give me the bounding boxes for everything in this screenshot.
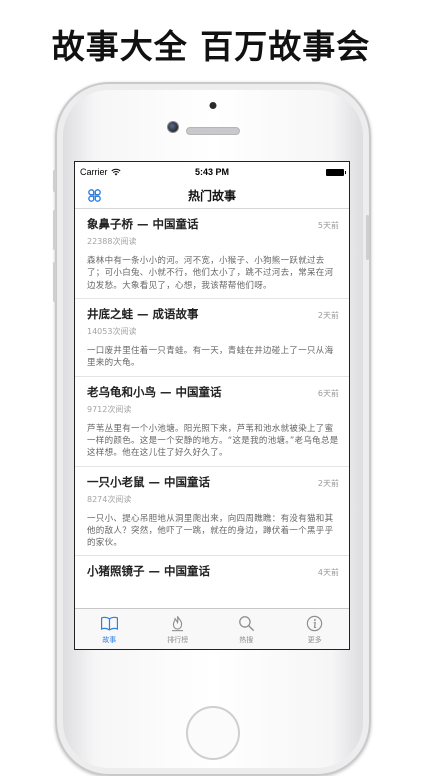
story-item[interactable]: 井底之蛙 — 成语故事 2天前 14053次阅读 一口废井里住着一只青蛙。有一天…	[75, 299, 349, 377]
tab-trending-search[interactable]: 热搜	[212, 609, 281, 649]
volume-down-button	[53, 262, 56, 302]
story-read-count: 9712次阅读	[87, 404, 132, 414]
story-excerpt: 一口废井里住着一只青蛙。有一天，青蛙在井边碰上了一只从海里来的大龟。	[87, 345, 334, 369]
story-title: 象鼻子桥 — 中国童话	[87, 217, 199, 231]
tab-label: 更多	[307, 636, 322, 644]
book-icon	[100, 616, 118, 631]
earpiece-speaker	[186, 127, 240, 135]
story-date: 4天前	[317, 568, 339, 578]
story-excerpt: 一只小、提心吊胆地从洞里爬出来，向四周瞧瞧：有没有猫和其他的敌人？突然，他吓了一…	[87, 513, 334, 549]
battery-icon	[325, 168, 346, 176]
tab-label: 热搜	[239, 636, 254, 644]
story-date: 2天前	[317, 310, 339, 320]
grid-menu-icon[interactable]	[86, 187, 103, 204]
volume-up-button	[53, 210, 56, 250]
tab-label: 故事	[102, 636, 117, 644]
story-excerpt: 森林中有一条小小的河。河不宽，小猴子、小狗熊一跃就过去了；可小白兔、小就不行，他…	[87, 256, 334, 291]
home-button[interactable]	[186, 706, 240, 760]
story-item[interactable]: 一只小老鼠 — 中国童话 2天前 8274次阅读 一只小、提心吊胆地从洞里爬出来…	[75, 467, 349, 557]
nav-bar: 热门故事	[75, 182, 349, 209]
story-item[interactable]: 小猪照镜子 — 中国童话 4天前	[75, 556, 349, 585]
status-bar: Carrier 5:43 PM	[75, 162, 349, 182]
carrier-label: Carrier	[80, 167, 108, 177]
story-read-count: 22388次阅读	[87, 237, 137, 246]
tab-ranking[interactable]: 排行榜	[144, 609, 213, 649]
story-date: 2天前	[317, 478, 339, 488]
proximity-sensor	[209, 102, 217, 109]
tab-more[interactable]: 更多	[281, 609, 350, 649]
flame-icon	[172, 616, 184, 632]
story-title: 一只小老鼠 — 中国童话	[87, 474, 211, 489]
story-read-count: 8274次阅读	[87, 494, 132, 504]
tab-stories[interactable]: 故事	[75, 609, 144, 649]
story-date: 6天前	[317, 388, 339, 398]
story-title: 老乌龟和小鸟 — 中国童话	[87, 384, 222, 399]
story-title: 小猪照镜子 — 中国童话	[87, 564, 211, 579]
story-list: 象鼻子桥 — 中国童话 5天前 22388次阅读 森林中有一条小小的河。河不宽，…	[75, 209, 349, 629]
story-excerpt: 芦苇丛里有一个小池塘。阳光照下来，芦苇和池水就被染上了蜜一样的颜色。这是一个安静…	[87, 423, 339, 459]
story-title: 井底之蛙 — 成语故事	[87, 306, 199, 321]
power-button	[366, 215, 369, 260]
story-read-count: 14053次阅读	[87, 326, 137, 336]
page-title: 热门故事	[187, 188, 236, 203]
story-date: 5天前	[317, 221, 339, 230]
front-camera	[167, 121, 179, 133]
promo-headline: 故事大全 百万故事会	[51, 27, 371, 66]
tab-bar: 故事 排行榜 热搜 更多	[75, 608, 349, 649]
wifi-icon	[110, 168, 121, 176]
search-icon	[238, 616, 254, 632]
story-item[interactable]: 象鼻子桥 — 中国童话 5天前 22388次阅读 森林中有一条小小的河。河不宽，…	[75, 209, 349, 299]
app-screen: Carrier 5:43 PM 热门故事 象鼻子桥 — 中国童话 5天前 223…	[74, 161, 350, 650]
tab-label: 排行榜	[167, 636, 189, 644]
info-icon	[307, 615, 323, 632]
status-time: 5:43 PM	[194, 167, 229, 177]
mute-switch	[53, 170, 56, 192]
story-item[interactable]: 老乌龟和小鸟 — 中国童话 6天前 9712次阅读 芦苇丛里有一个小池塘。阳光照…	[75, 377, 349, 467]
